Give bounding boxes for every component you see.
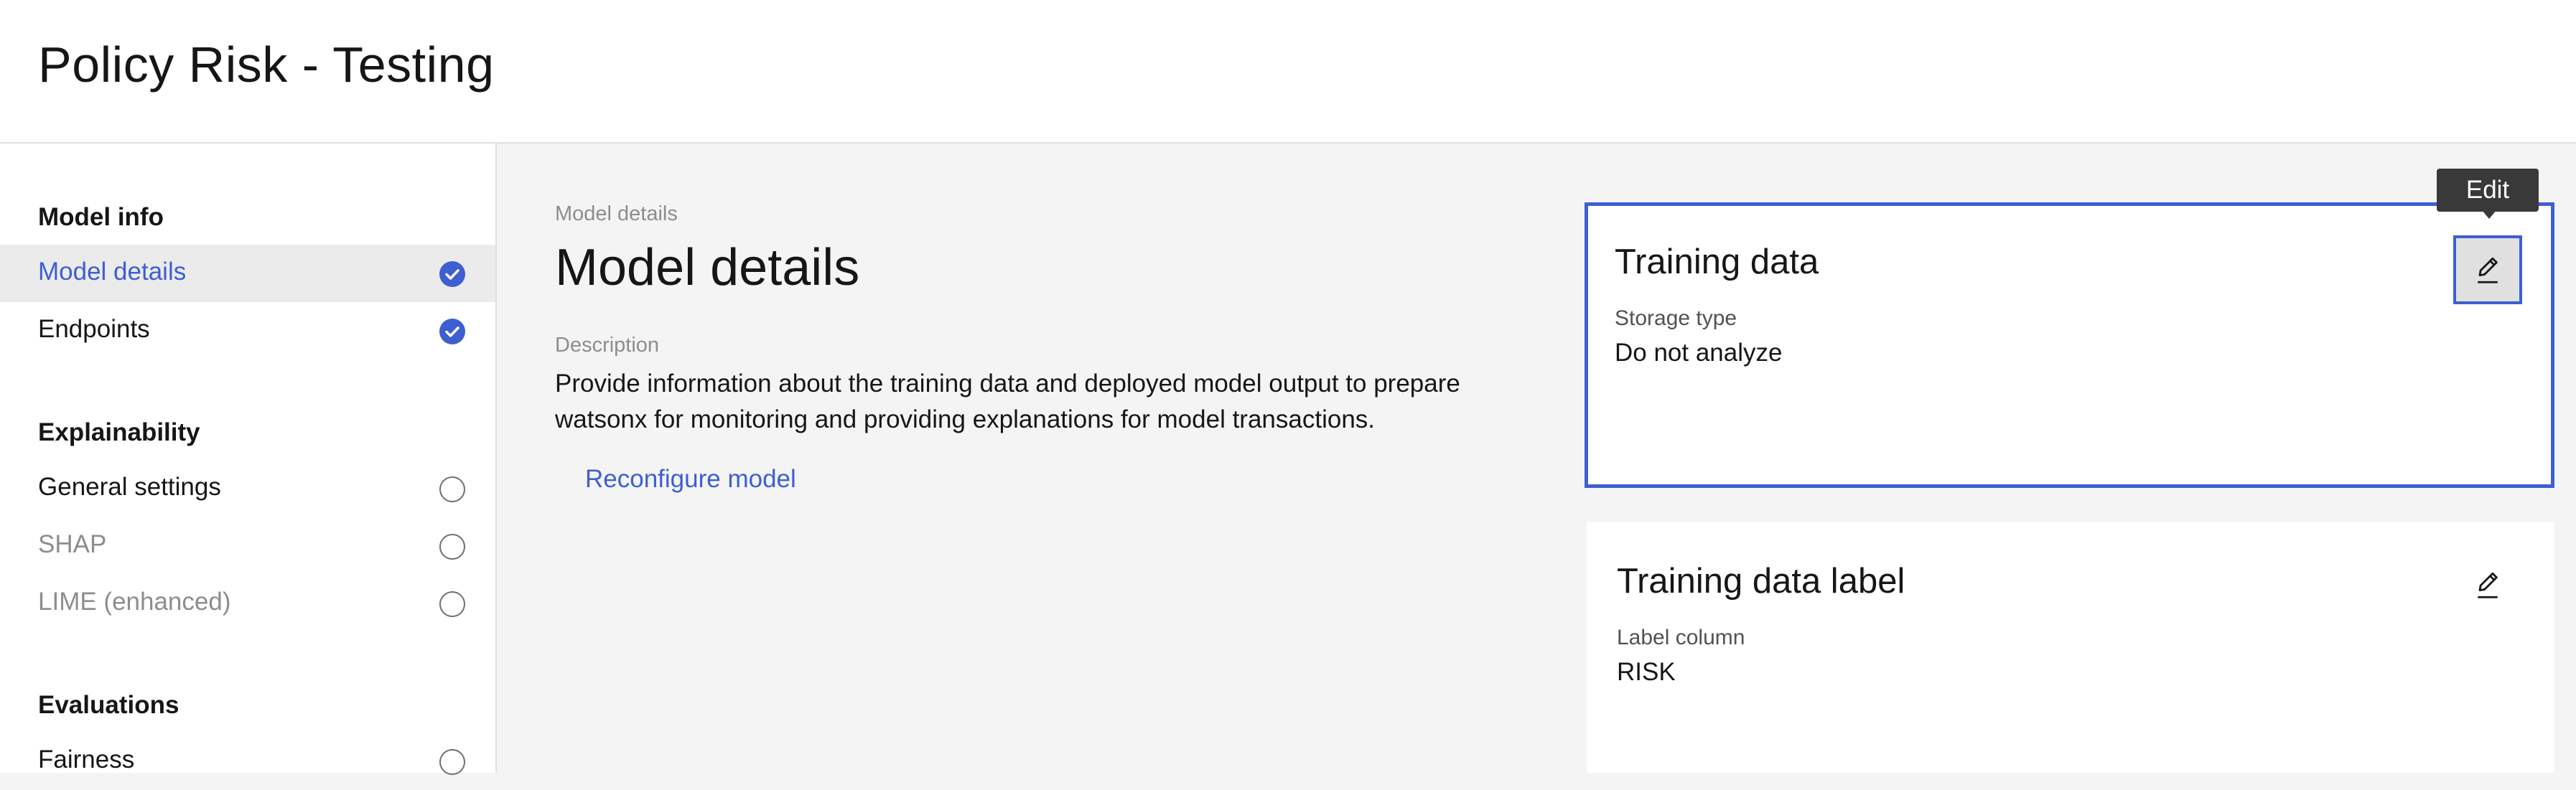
tile-title: Training data label	[1617, 562, 1905, 601]
edit-icon	[2472, 253, 2503, 288]
training-data-label-tile: Training data label Label column RISK	[1587, 522, 2554, 773]
sidebar-item-label: Endpoints	[38, 315, 150, 343]
sidebar-item-label: SHAP	[38, 530, 107, 558]
tooltip-caret	[2482, 210, 2496, 219]
sidebar-item-general-settings[interactable]: General settings	[0, 460, 495, 517]
sidebar-item-label: LIME (enhanced)	[38, 588, 231, 616]
sidebar-item-model-details[interactable]: Model details	[0, 245, 495, 302]
sidebar-item-shap[interactable]: SHAP	[0, 517, 495, 575]
sidebar-item-endpoints[interactable]: Endpoints	[0, 302, 495, 359]
checkmark-filled-icon	[439, 319, 465, 344]
circle-outline-icon	[439, 591, 465, 617]
sidebar-item-fairness[interactable]: Fairness	[0, 733, 495, 790]
sidebar-nav: Model info Model details Endpoints Expla…	[0, 144, 497, 775]
sidebar-item-label: General settings	[38, 473, 221, 501]
circle-outline-icon	[439, 476, 465, 502]
header: Policy Risk - Testing	[0, 0, 2576, 144]
reconfigure-model-link[interactable]: Reconfigure model	[585, 465, 796, 494]
description-label: Description	[555, 334, 660, 357]
sidebar-heading-evaluations: Evaluations	[38, 691, 179, 719]
sidebar-heading-explainability: Explainability	[38, 418, 200, 446]
label-column-value: RISK	[1617, 658, 1676, 686]
breadcrumb: Model details	[555, 202, 678, 225]
training-data-tile: Training data Storage type Do not analyz…	[1585, 202, 2554, 488]
edit-training-data-label-button[interactable]	[2453, 550, 2522, 619]
sidebar-item-label: Model details	[38, 258, 187, 286]
circle-outline-icon	[439, 534, 465, 560]
circle-outline-icon	[439, 749, 465, 775]
label-column-label: Label column	[1617, 626, 1745, 649]
tile-title: Training data	[1615, 243, 1819, 281]
page-title: Policy Risk - Testing	[38, 37, 495, 93]
description-text: Provide information about the training d…	[555, 370, 1460, 433]
sidebar-item-lime-enhanced[interactable]: LIME (enhanced)	[0, 575, 495, 632]
edit-tooltip: Edit	[2437, 169, 2539, 212]
storage-type-label: Storage type	[1615, 306, 1737, 330]
sidebar-heading-model-info: Model info	[38, 203, 164, 231]
storage-type-value: Do not analyze	[1615, 339, 1783, 367]
checkmark-filled-icon	[439, 261, 465, 287]
edit-training-data-button[interactable]	[2453, 235, 2522, 304]
edit-icon	[2472, 568, 2503, 603]
sidebar-item-label: Fairness	[38, 746, 135, 773]
section-title: Model details	[555, 239, 860, 296]
